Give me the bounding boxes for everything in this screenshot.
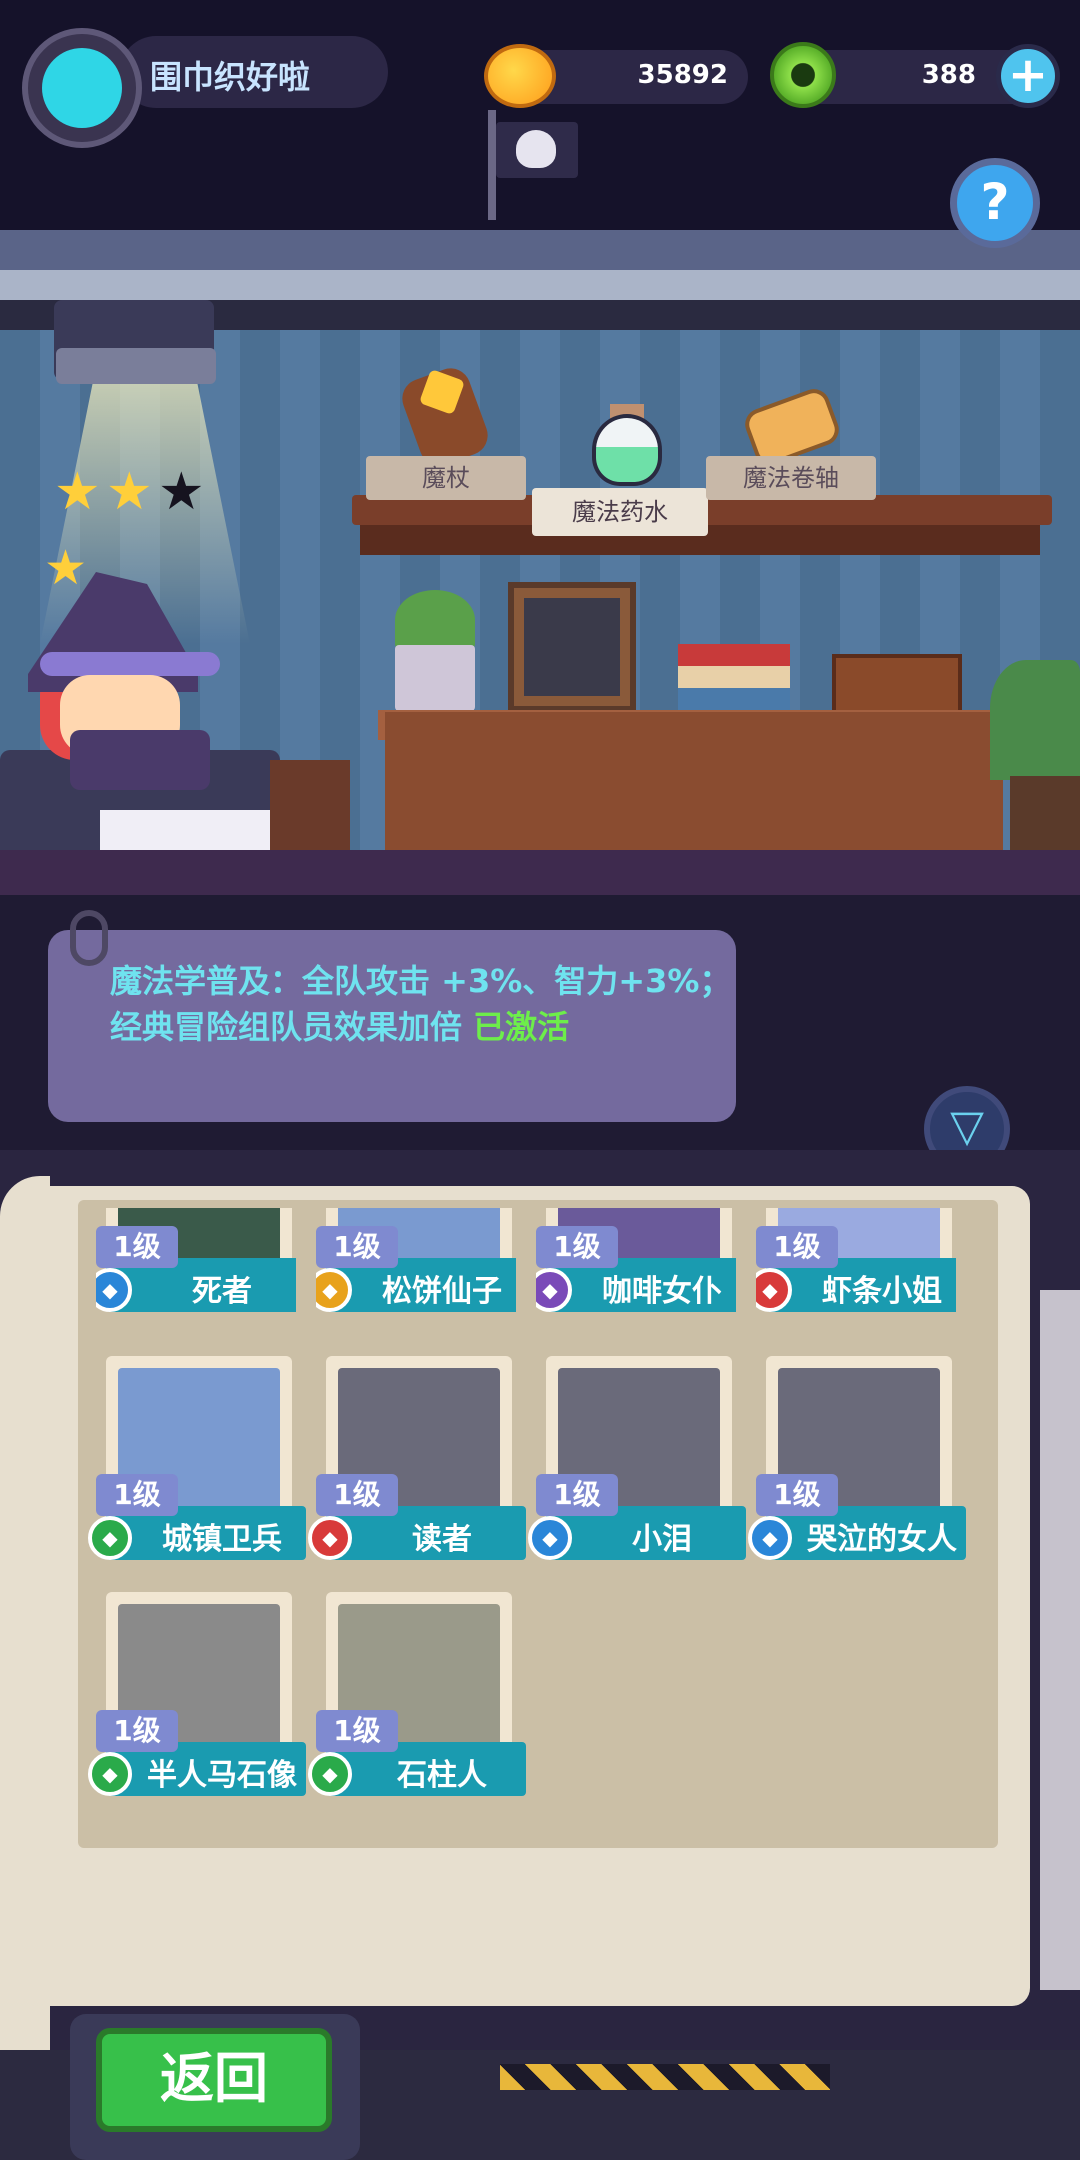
hero-level: 1级: [96, 1710, 178, 1752]
hero-card[interactable]: 半人马石像 1级 ◆: [88, 1592, 306, 1812]
buff-description-line1: 魔法学普及：全队攻击 +3%、智力+3%；: [110, 962, 732, 1000]
donut-gem-icon: [770, 42, 836, 108]
hero-name: 松饼仙子: [382, 1274, 502, 1309]
hero-name: 咖啡女仆: [602, 1274, 722, 1309]
portrait-shadow: [524, 598, 620, 696]
potted-plant-icon: [395, 590, 475, 650]
class-badge-icon: ◆: [88, 1752, 132, 1796]
desk: [385, 712, 1003, 872]
hero-level: 1级: [96, 1226, 178, 1268]
cat-avatar-icon: [42, 48, 122, 128]
hero-card[interactable]: 读者 1级 ◆: [308, 1356, 526, 1576]
sparkle-icon: ★: [44, 540, 88, 596]
skull-icon: [516, 130, 556, 168]
hero-name: 半人马石像: [147, 1758, 297, 1793]
class-badge-icon: ◆: [88, 1516, 132, 1560]
flag-pole: [488, 110, 496, 220]
paperclip-icon: [70, 910, 108, 966]
hero-name: 死者: [192, 1274, 252, 1309]
hero-level: 1级: [316, 1226, 398, 1268]
shelf-tab-scroll[interactable]: 魔法卷轴: [706, 456, 876, 500]
coin-icon: [484, 44, 556, 108]
hero-name: 小泪: [632, 1522, 692, 1557]
room-floor: [0, 850, 1080, 895]
potion-icon[interactable]: [592, 414, 662, 486]
hero-level: 1级: [536, 1226, 618, 1268]
lamp-icon: [56, 348, 216, 384]
class-badge-icon: ◆: [308, 1516, 352, 1560]
hero-level: 1级: [756, 1474, 838, 1516]
coin-value: 35892: [637, 60, 728, 90]
star-filled-icon: ★: [54, 462, 101, 522]
avatar[interactable]: [22, 28, 142, 148]
hero-card[interactable]: 哭泣的女人 1级 ◆: [748, 1356, 966, 1576]
class-badge-icon: ◆: [308, 1752, 352, 1796]
star-filled-icon: ★: [106, 462, 153, 522]
hero-level: 1级: [756, 1226, 838, 1268]
large-plant-icon: [990, 660, 1080, 780]
hero-level: 1级: [96, 1474, 178, 1516]
wooden-chest-icon: [832, 654, 962, 714]
class-badge-icon: ◆: [528, 1516, 572, 1560]
star-empty-icon: ★: [158, 462, 205, 522]
side-table: [270, 760, 350, 860]
hero-name: 哭泣的女人: [807, 1522, 957, 1557]
player-name: 围巾织好啦: [150, 58, 311, 96]
rail-strip: [0, 270, 1080, 300]
plant-pot: [395, 645, 475, 711]
class-badge-icon: ◆: [748, 1516, 792, 1560]
hero-level: 1级: [316, 1474, 398, 1516]
page-edge: [1040, 1290, 1080, 1990]
top-bar: [0, 0, 1080, 230]
help-button[interactable]: ?: [950, 158, 1040, 248]
hat-band: [40, 652, 220, 676]
hazard-stripes: [500, 2064, 830, 2090]
shelf-tab-wand[interactable]: 魔杖: [366, 456, 526, 500]
hero-card[interactable]: 石柱人 1级 ◆: [308, 1592, 526, 1812]
hero-name: 读者: [412, 1522, 472, 1557]
hero-card[interactable]: 城镇卫兵 1级 ◆: [88, 1356, 306, 1576]
blurred-caption: [220, 1872, 980, 1898]
filter-icon: ▽: [950, 1101, 984, 1152]
bed-sheet: [100, 810, 270, 850]
witch-body: [70, 730, 210, 790]
hero-card[interactable]: 小泪 1级 ◆: [528, 1356, 746, 1576]
shelf-tab-potion[interactable]: 魔法药水: [532, 488, 708, 536]
add-gems-button[interactable]: +: [996, 44, 1060, 108]
gem-value: 388: [921, 60, 976, 90]
back-button[interactable]: 返回: [96, 2028, 332, 2132]
hero-name: 城镇卫兵: [162, 1522, 282, 1557]
buff-description-line2: 经典冒险组队员效果加倍 已激活: [110, 1002, 569, 1048]
hero-name: 石柱人: [397, 1758, 487, 1793]
hero-name: 虾条小姐: [822, 1274, 942, 1309]
buff-status: 已激活: [473, 1008, 570, 1046]
buff-bonus-text: 经典冒险组队员效果加倍: [110, 1008, 463, 1046]
book-stack-icon: [678, 644, 790, 712]
hero-level: 1级: [536, 1474, 618, 1516]
hero-level: 1级: [316, 1710, 398, 1752]
